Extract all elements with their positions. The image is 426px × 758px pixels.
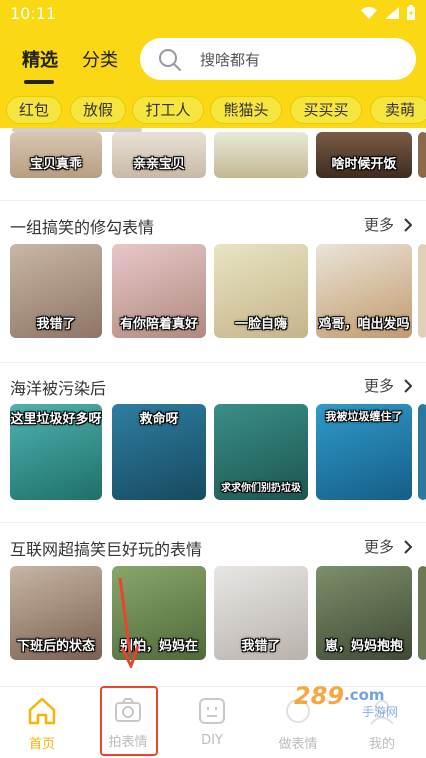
- tab-categories[interactable]: 分类: [82, 46, 118, 72]
- more-link[interactable]: 更多: [364, 536, 412, 557]
- more-label: 更多: [363, 216, 394, 234]
- battery-icon: [407, 5, 415, 20]
- chevron-right-icon: [404, 539, 412, 554]
- sticker-thumbnail[interactable]: 我错了: [10, 244, 102, 338]
- sticker-thumbnail[interactable]: 一脸自嗨: [214, 244, 308, 338]
- nav-label: 首页: [28, 737, 55, 752]
- sticker-thumbnail[interactable]: 我错了: [214, 566, 308, 660]
- sticker-thumbnail[interactable]: [418, 404, 426, 500]
- nav-home[interactable]: 首页: [2, 697, 82, 752]
- tag-chips: 红包 放假 打工人 熊猫头 买买买 卖萌: [0, 96, 426, 126]
- highlight-box: [100, 686, 158, 756]
- tab-featured[interactable]: 精选: [22, 46, 58, 72]
- nav-diy[interactable]: DIY: [172, 697, 252, 748]
- signal-icon: [385, 7, 399, 19]
- sticker-thumbnail[interactable]: 啥时候开饭: [316, 132, 412, 178]
- sticker-caption: 我被垃圾缠住了: [325, 410, 403, 423]
- sticker-caption: 求求你们别扔垃圾: [221, 483, 301, 494]
- chip-shopping[interactable]: 买买买: [290, 96, 362, 124]
- more-label: 更多: [363, 377, 394, 395]
- sticker-caption: 有你陪着真好: [119, 317, 198, 332]
- sticker-thumbnail[interactable]: 亲亲宝贝: [112, 132, 206, 178]
- sticker-thumbnail[interactable]: 宝贝真乖: [10, 132, 102, 178]
- wifi-icon: [361, 7, 377, 19]
- sticker-thumbnail[interactable]: 崽，妈妈抱抱: [316, 566, 412, 660]
- status-icons: [360, 5, 416, 21]
- sticker-caption: 我错了: [36, 317, 76, 332]
- annotation-arrow: [118, 577, 140, 668]
- sticker-thumbnail[interactable]: 求求你们别扔垃圾: [214, 404, 308, 500]
- sticker-caption: 我错了: [241, 639, 281, 654]
- more-link[interactable]: 更多: [364, 375, 412, 396]
- chip-holiday[interactable]: 放假: [70, 96, 126, 124]
- chip-worker[interactable]: 打工人: [132, 96, 204, 124]
- chip-cute[interactable]: 卖萌: [370, 96, 426, 124]
- watermark-logo: 289 .com 手游网: [294, 682, 398, 719]
- home-icon: [28, 697, 56, 725]
- section-title: 海洋被污染后: [10, 379, 107, 398]
- sticker-caption: 啥时候开饭: [331, 157, 397, 172]
- sticker-thumbnail[interactable]: [214, 132, 308, 178]
- diy-face-icon: [199, 698, 225, 724]
- chevron-right-icon: [404, 217, 412, 232]
- sticker-caption: 一脸自嗨: [234, 317, 287, 332]
- section-divider: [0, 200, 426, 201]
- sticker-caption: 鸡哥，咱出发吗: [318, 317, 410, 332]
- chip-panda-head[interactable]: 熊猫头: [210, 96, 282, 124]
- sticker-thumbnail[interactable]: [418, 244, 426, 338]
- sticker-caption: 崽，妈妈抱抱: [324, 639, 403, 654]
- search-input[interactable]: 搜啥都有: [140, 38, 416, 80]
- sticker-caption: 亲亲宝贝: [132, 157, 185, 172]
- section-divider: [0, 522, 426, 523]
- sticker-caption: 救命呀: [139, 412, 179, 427]
- sticker-thumbnail[interactable]: 鸡哥，咱出发吗: [316, 244, 412, 338]
- search-placeholder: 搜啥都有: [200, 51, 261, 69]
- nav-label: DIY: [201, 733, 223, 748]
- sticker-thumbnail[interactable]: 我被垃圾缠住了: [316, 404, 412, 500]
- sticker-thumbnail[interactable]: 下班后的状态: [10, 566, 102, 660]
- sticker-caption: 宝贝真乖: [29, 157, 82, 172]
- section-title: 互联网超搞笑巨好玩的表情: [10, 540, 203, 559]
- sticker-caption: 这里垃圾好多呀: [10, 412, 102, 427]
- svg-text:.com: .com: [344, 686, 385, 704]
- section-title: 一组搞笑的修勾表情: [10, 218, 155, 237]
- chip-red-packet[interactable]: 红包: [6, 96, 62, 124]
- section-divider: [0, 362, 426, 363]
- chevron-right-icon: [404, 378, 412, 393]
- status-time: 10:11: [10, 4, 57, 23]
- sticker-caption: 下班后的状态: [16, 639, 95, 654]
- search-icon: [159, 49, 181, 71]
- svg-text:手游网: 手游网: [362, 705, 398, 719]
- nav-label: 做表情: [278, 737, 318, 752]
- sticker-thumbnail[interactable]: 救命呀: [112, 404, 206, 500]
- active-tab-indicator: [24, 80, 54, 84]
- sticker-thumbnail[interactable]: 这里垃圾好多呀: [10, 404, 102, 500]
- nav-label: 我的: [368, 737, 395, 752]
- top-tabs: 精选 分类: [0, 36, 140, 86]
- sticker-thumbnail[interactable]: [418, 566, 426, 660]
- svg-text:289: 289: [294, 682, 344, 710]
- status-bar: 10:11: [0, 0, 426, 28]
- sticker-thumbnail[interactable]: 有你陪着真好: [112, 244, 206, 338]
- sticker-thumbnail[interactable]: [418, 132, 426, 178]
- more-link[interactable]: 更多: [364, 214, 412, 235]
- more-label: 更多: [363, 538, 394, 556]
